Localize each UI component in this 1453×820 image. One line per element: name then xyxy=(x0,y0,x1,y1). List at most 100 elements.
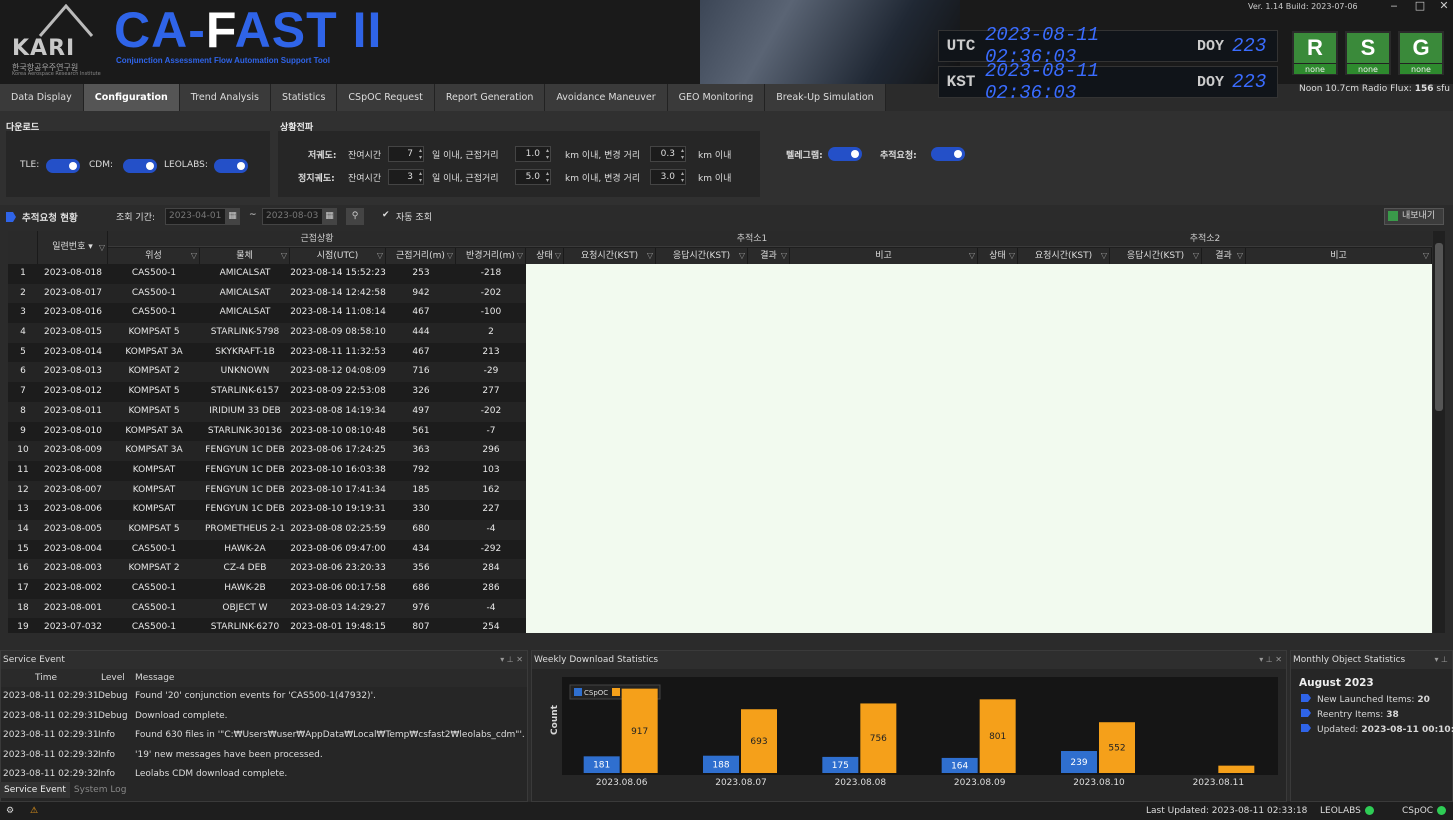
tab-trend-analysis[interactable]: Trend Analysis xyxy=(179,84,271,111)
settings-icon[interactable]: ⚙ xyxy=(6,802,14,820)
group-header-station1: 추적소1 xyxy=(526,231,978,247)
table-row[interactable]: 15 2023-08-004 CAS500-1 HAWK-2A 2023-08-06 0… xyxy=(8,539,526,560)
scrollbar-thumb[interactable] xyxy=(1435,243,1443,411)
col-index xyxy=(8,231,38,264)
leo-radial-spinner[interactable]: 0.3 xyxy=(650,146,686,162)
table-row[interactable]: 3 2023-08-016 CAS500-1 AMICALSAT 2023-08-14 … xyxy=(8,303,526,324)
warning-icon[interactable]: ⚠ xyxy=(30,802,38,820)
col-satellite[interactable]: 위성 ▽ xyxy=(108,248,200,264)
leolabs-label: LEOLABS: xyxy=(164,160,208,170)
table-row[interactable]: 7 2023-08-012 KOMPSAT 5 STARLINK-6157 2023-0… xyxy=(8,382,526,402)
table-row[interactable]: 5 2023-08-014 KOMPSAT 3A SKYKRAFT-1B 2023-08… xyxy=(8,342,526,363)
col-s1-state[interactable]: 상태 ▽ xyxy=(526,248,564,264)
date-to-input[interactable]: 2023-08-03 xyxy=(262,208,330,225)
serial-cell: 2023-08-015 xyxy=(43,327,103,338)
kst-time: 2023-08-11 02:36:03 xyxy=(985,60,1100,104)
col-s1-request[interactable]: 요청시간(KST) ▽ xyxy=(564,248,656,264)
serial-cell: 2023-08-016 xyxy=(43,307,103,318)
radial-cell: -7 xyxy=(486,425,496,436)
col-object[interactable]: 물체 ▽ xyxy=(200,248,290,264)
table-row[interactable]: 1 2023-08-018 CAS500-1 AMICALSAT 2023-08-14 … xyxy=(8,264,526,284)
col-s1-note[interactable]: 비고 ▽ xyxy=(790,248,978,264)
table-row[interactable]: 12 2023-08-007 KOMPSAT FENGYUN 1C DEB 2023-0… xyxy=(8,480,526,501)
col-s1-result[interactable]: 결과 ▽ xyxy=(748,248,790,264)
leolabs-toggle[interactable] xyxy=(214,159,248,173)
tle-toggle[interactable] xyxy=(46,159,80,173)
close-button[interactable]: ✕ xyxy=(1434,0,1453,14)
table-row[interactable]: 9 2023-08-010 KOMPSAT 3A STARLINK-30136 2023… xyxy=(8,421,526,442)
table-row[interactable]: 14 2023-08-005 KOMPSAT 5 PROMETHEUS 2-1 2023… xyxy=(8,519,526,540)
tab-configuration[interactable]: Configuration xyxy=(83,84,180,111)
col-s2-result[interactable]: 결과 ▽ xyxy=(1202,248,1246,264)
calendar-to-icon[interactable]: ▦ xyxy=(322,208,337,225)
table-row[interactable]: 6 2023-08-013 KOMPSAT 2 UNKNOWN 2023-08-12 0… xyxy=(8,362,526,383)
tab-data-display[interactable]: Data Display xyxy=(0,84,84,111)
col-time-utc[interactable]: 시점(UTC) ▽ xyxy=(290,248,386,264)
table-row[interactable]: 10 2023-08-009 KOMPSAT 3A FENGYUN 1C DEB 202… xyxy=(8,441,526,461)
log-row[interactable]: 2023-08-11 02:29:31 Info Found 630 files i… xyxy=(1,726,527,746)
cdm-toggle[interactable] xyxy=(123,159,157,173)
miss-cell: 467 xyxy=(412,346,430,357)
tab-cspoc-request[interactable]: CSpOC Request xyxy=(337,84,435,111)
maximize-button[interactable]: □ xyxy=(1410,0,1430,14)
table-row[interactable]: 11 2023-08-008 KOMPSAT FENGYUN 1C DEB 2023-0… xyxy=(8,460,526,481)
tab-geo-monitoring[interactable]: GEO Monitoring xyxy=(667,84,766,111)
date-from-input[interactable]: 2023-04-01 xyxy=(165,208,233,225)
tab-system-log[interactable]: System Log xyxy=(70,782,131,798)
table-row[interactable]: 18 2023-08-001 CAS500-1 OBJECT W 2023-08-03 … xyxy=(8,598,526,619)
table-row[interactable]: 17 2023-08-002 CAS500-1 HAWK-2B 2023-08-06 0… xyxy=(8,579,526,599)
telegram-toggle[interactable] xyxy=(828,147,862,161)
track-request-toggle[interactable] xyxy=(931,147,965,161)
table-row[interactable]: 4 2023-08-015 KOMPSAT 5 STARLINK-5798 2023-0… xyxy=(8,323,526,343)
geo-days-spinner[interactable]: 3 xyxy=(388,169,424,185)
tab-breakup-simulation[interactable]: Break-Up Simulation xyxy=(765,84,886,111)
col-s2-request[interactable]: 요청시간(KST) ▽ xyxy=(1018,248,1110,264)
table-row[interactable]: 13 2023-08-006 KOMPSAT FENGYUN 1C DEB 2023-0… xyxy=(8,500,526,520)
export-button[interactable]: 내보내기 xyxy=(1384,208,1444,225)
leo-days-spinner[interactable]: 7 xyxy=(388,146,424,162)
leo-near-spinner[interactable]: 1.0 xyxy=(515,146,551,162)
s-scale-indicator: Snone xyxy=(1345,31,1391,75)
auto-query-checkbox[interactable]: ✔ xyxy=(382,210,390,220)
table-row[interactable]: 2 2023-08-017 CAS500-1 AMICALSAT 2023-08-14 … xyxy=(8,283,526,304)
table-row[interactable]: 16 2023-08-003 KOMPSAT 2 CZ-4 DEB 2023-08-06… xyxy=(8,559,526,579)
geo-radial-spinner[interactable]: 3.0 xyxy=(650,169,686,185)
col-miss-distance[interactable]: 근접거리(m) ▽ xyxy=(386,248,456,264)
bar-data-label: 693 xyxy=(750,737,767,747)
config-panel: 다운로드 TLE: CDM: LEOLABS: 상황전파 저궤도: 잔여시간 7… xyxy=(0,111,1453,205)
miss-cell: 686 xyxy=(412,583,430,593)
object-cell: UNKNOWN xyxy=(220,366,270,377)
leolabs-status: LEOLABS xyxy=(1320,802,1374,820)
time-cell: 2023-08-12 04:08:09 xyxy=(290,366,386,377)
panel-pin-icon[interactable]: ▾ ⊥ ✕ xyxy=(1259,651,1282,669)
table-row[interactable]: 19 2023-07-032 CAS500-1 STARLINK-6270 2023-0… xyxy=(8,618,526,633)
geo-near-spinner[interactable]: 5.0 xyxy=(515,169,551,185)
log-row[interactable]: 2023-08-11 02:29:32 Info '19' new messages… xyxy=(1,746,527,766)
col-s1-response[interactable]: 응답시간(KST) ▽ xyxy=(656,248,748,264)
panel-pin-icon[interactable]: ▾ ⊥ ✕ xyxy=(500,651,523,669)
radial-cell: 162 xyxy=(482,484,500,495)
serial-cell: 2023-08-002 xyxy=(43,583,103,593)
search-icon[interactable]: ⚲ xyxy=(346,208,364,225)
table-scrollbar[interactable] xyxy=(1433,231,1445,633)
col-radial-distance[interactable]: 반경거리(m) ▽ xyxy=(456,248,526,264)
leo-radial-label: km 이내, 변경 거리 xyxy=(565,151,641,161)
log-row[interactable]: 2023-08-11 02:29:31 Debug Download complet… xyxy=(1,707,527,727)
satellite-cell: KOMPSAT 2 xyxy=(128,366,180,377)
col-s2-response[interactable]: 응답시간(KST) ▽ xyxy=(1110,248,1202,264)
log-row[interactable]: 2023-08-11 02:29:31 Debug Found '20' conju… xyxy=(1,687,527,707)
tab-report-generation[interactable]: Report Generation xyxy=(434,84,546,111)
col-serial[interactable]: 일련번호 ▾ ▽ xyxy=(38,231,108,264)
col-s2-state[interactable]: 상태 ▽ xyxy=(978,248,1018,264)
tab-avoidance-maneuver[interactable]: Avoidance Maneuver xyxy=(545,84,668,111)
panel-pin-icon[interactable]: ▾ ⊥ xyxy=(1434,651,1448,669)
log-row[interactable]: 2023-08-11 02:29:32 Info Leolabs CDM downl… xyxy=(1,765,527,781)
table-row[interactable]: 8 2023-08-011 KOMPSAT 5 IRIDIUM 33 DEB 2023-… xyxy=(8,401,526,422)
minimize-button[interactable]: ‒ xyxy=(1384,0,1404,14)
calendar-from-icon[interactable]: ▦ xyxy=(225,208,240,225)
col-s2-note[interactable]: 비고 ▽ xyxy=(1246,248,1432,264)
tab-service-event[interactable]: Service Event xyxy=(0,782,70,798)
tab-statistics[interactable]: Statistics xyxy=(270,84,338,111)
download-box: TLE: CDM: LEOLABS: xyxy=(6,131,270,197)
satellite-cell: KOMPSAT 3A xyxy=(125,445,183,456)
